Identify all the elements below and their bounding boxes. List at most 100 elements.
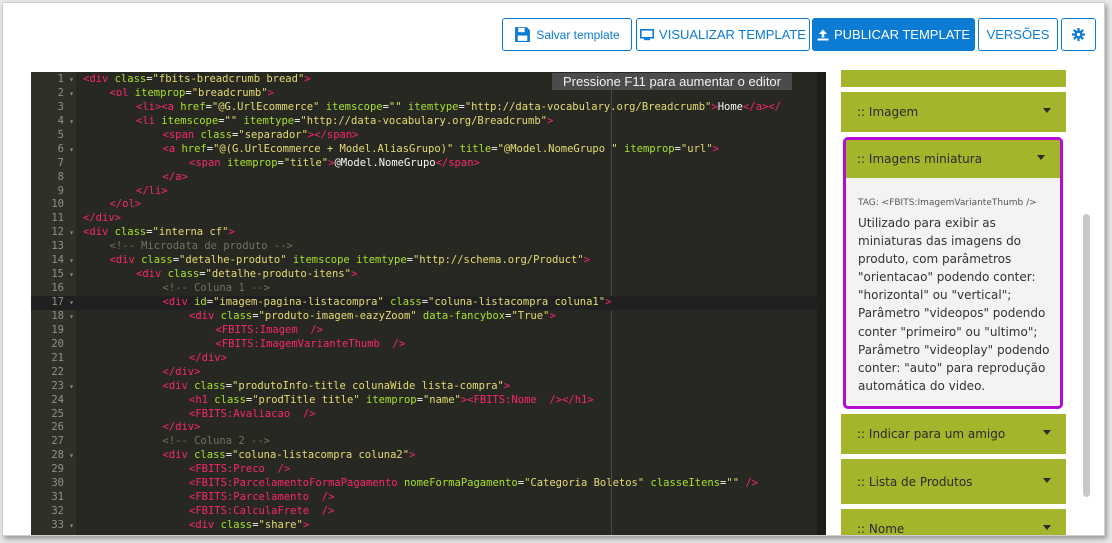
code-line[interactable]: 10 </ol> — [31, 198, 817, 212]
code-token: itemscope — [161, 114, 219, 127]
code-line[interactable]: 27 <!-- Coluna 2 --> — [31, 435, 817, 449]
code-line[interactable]: 16 <!-- Coluna 1 --> — [31, 282, 817, 296]
code-token: class — [214, 393, 246, 406]
accordion-item-imagens-miniatura[interactable]: :: Imagens miniatura — [846, 140, 1060, 178]
fullscreen-hint: Pressione F11 para aumentar o editor — [552, 73, 792, 90]
settings-button[interactable] — [1061, 18, 1096, 51]
code-token: "True" — [511, 309, 550, 322]
code-line[interactable]: 9 </li> — [31, 185, 817, 199]
template-editor-window: Salvar template VISUALIZAR TEMPLATE PUBL… — [2, 2, 1105, 536]
code-token: </div> — [189, 351, 227, 364]
code-line[interactable]: 14 ▾ <div class="detalhe-produto" itemscop… — [31, 254, 817, 268]
accordion-item-lista-produtos[interactable]: :: Lista de Produtos — [841, 459, 1066, 504]
code-token: > — [549, 309, 556, 322]
code-token: </span> — [435, 156, 480, 169]
code-token: </h1> — [562, 393, 594, 406]
code-line[interactable]: 23 ▾ <div class="produtoInfo-title colunaW… — [31, 380, 817, 394]
editor-scrollbar[interactable] — [817, 72, 826, 535]
code-text: <ol itemprop="breadcrumb"> — [110, 87, 274, 101]
line-number: 30 — [51, 477, 64, 490]
code-text: <FBITS:Parcelamento /> — [189, 491, 334, 505]
fold-arrow-icon[interactable]: ▾ — [67, 143, 76, 157]
publish-template-button[interactable]: PUBLICAR TEMPLATE — [812, 18, 975, 51]
code-token: "http://data-vocabulary.org/Breadcrumb" — [300, 114, 547, 127]
line-number: 27 — [51, 435, 64, 448]
preview-template-button[interactable]: VISUALIZAR TEMPLATE — [636, 18, 810, 51]
code-line[interactable]: 8 </a> — [31, 171, 817, 185]
code-line[interactable]: 17 ▾ <div id="imagem-pagina-listacompra" c… — [31, 296, 817, 310]
code-line[interactable]: 25 <FBITS:Avaliacao /> — [31, 408, 817, 422]
line-number: 22 — [51, 365, 64, 378]
fold-arrow-icon[interactable]: ▾ — [67, 226, 76, 240]
code-token: > — [304, 73, 311, 85]
accordion-item-previous[interactable] — [841, 70, 1066, 87]
code-line[interactable]: 12 ▾ <div class="interna cf"> — [31, 226, 817, 240]
code-token: "" — [224, 114, 238, 127]
fold-arrow-icon[interactable]: ▾ — [67, 87, 76, 101]
code-line[interactable]: 24 <h1 class="prodTitle title" itemprop="… — [31, 394, 817, 408]
panel-scrollbar-thumb[interactable] — [1083, 214, 1090, 497]
fold-arrow-icon[interactable]: ▾ — [67, 310, 76, 324]
code-text: <FBITS:ImagemVarianteThumb /> — [216, 338, 406, 352]
fold-arrow-icon[interactable]: ▾ — [67, 380, 76, 394]
code-line[interactable]: 32 <FBITS:CalculaFrete /> — [31, 505, 817, 519]
code-token: classeItens — [650, 477, 721, 490]
accordion-item-imagem[interactable]: :: Imagem — [841, 92, 1066, 132]
code-token: "coluna-listacompra coluna2" — [232, 449, 410, 462]
fold-arrow-icon[interactable]: ▾ — [67, 268, 76, 282]
code-token: "@(G.UrlEcommerce + Model.AliasGrupo)" — [213, 142, 454, 155]
fold-arrow-icon[interactable]: ▾ — [67, 115, 76, 129]
code-token: <span — [162, 128, 201, 141]
code-text: </a> — [163, 171, 188, 185]
code-token: </a> — [162, 170, 188, 183]
fold-arrow-icon[interactable]: ▾ — [67, 296, 76, 310]
code-token: > — [350, 268, 358, 281]
code-token: > — [712, 142, 719, 155]
code-token: <FBITS:ParcelamentoFormaPagamento — [189, 477, 404, 490]
code-line[interactable]: 5 <span class="separador"></span> — [31, 129, 817, 143]
code-line[interactable]: 18 ▾ <div class="produto-imagem-eazyZoom" … — [31, 310, 817, 324]
code-line[interactable]: 3 <li><a href="@G.UrlEcommerce" itemscope… — [31, 101, 817, 115]
accordion-item-nome[interactable]: :: Nome — [841, 509, 1066, 535]
code-editor[interactable]: 1 ▾ <div class="fbits-breadcrumb bread"> 2 ▾… — [31, 72, 826, 535]
code-line[interactable]: 19 <FBITS:Imagem /> — [31, 324, 817, 338]
code-line[interactable]: 30 <FBITS:ParcelamentoFormaPagamento nome… — [31, 477, 817, 491]
fold-arrow-icon[interactable]: ▾ — [67, 449, 76, 463]
code-line[interactable]: 11 </div> — [31, 212, 817, 226]
code-line[interactable]: 33 ▾ <div class="share"> — [31, 519, 817, 533]
save-template-button[interactable]: Salvar template — [502, 18, 632, 51]
versions-button[interactable]: VERSÕES — [978, 18, 1058, 51]
code-line[interactable]: 15 ▾ <div class="detalhe-produto-itens"> — [31, 268, 817, 282]
code-text: </div> — [163, 366, 201, 380]
fold-arrow-icon[interactable]: ▾ — [67, 519, 76, 533]
code-text: <FBITS:CalculaFrete /> — [189, 505, 334, 519]
line-number: 29 — [51, 463, 64, 476]
fold-arrow-icon[interactable]: ▾ — [67, 73, 76, 87]
fold-arrow-icon[interactable]: ▾ — [67, 254, 76, 268]
code-token: <!-- Coluna 2 --> — [162, 435, 270, 448]
code-token: data-fancybox — [422, 309, 506, 322]
code-line[interactable]: 13 <!-- Microdata de produto --> — [31, 240, 817, 254]
code-token: <span — [189, 156, 227, 169]
code-token: "http://data-vocabulary.org/Breadcrumb" — [464, 100, 712, 113]
accordion-item-indicar-amigo[interactable]: :: Indicar para um amigo — [841, 414, 1066, 454]
code-line[interactable]: 22 </div> — [31, 366, 817, 380]
code-token: > — [409, 449, 416, 462]
code-line[interactable]: 6 ▾ <a href="@(G.UrlEcommerce + Model.Alia… — [31, 143, 817, 157]
code-line[interactable]: 21 </div> — [31, 352, 817, 366]
line-number: 2 — [57, 86, 64, 99]
code-line[interactable]: 20 <FBITS:ImagemVarianteThumb /> — [31, 338, 817, 352]
code-line[interactable]: 4 ▾ <li itemscope="" itemtype="http://data… — [31, 115, 817, 129]
code-token: "produtoInfo-title colunaWide lista-comp… — [232, 379, 504, 392]
code-token: <div — [162, 296, 195, 308]
code-line[interactable]: 31 <FBITS:Parcelamento /> — [31, 491, 817, 505]
code-line[interactable]: 26 </div> — [31, 421, 817, 435]
code-line[interactable]: 28 ▾ <div class="coluna-listacompra coluna… — [31, 449, 817, 463]
code-line[interactable]: 7 <span itemprop="title">@Model.NomeGrupo… — [31, 157, 817, 171]
line-number: 4 — [57, 114, 64, 127]
caret-down-icon — [1043, 108, 1051, 113]
code-token: <div — [162, 449, 195, 462]
code-line[interactable]: 29 <FBITS:Preco /> — [31, 463, 817, 477]
caret-down-icon — [1043, 477, 1051, 483]
code-token: > — [302, 519, 310, 531]
